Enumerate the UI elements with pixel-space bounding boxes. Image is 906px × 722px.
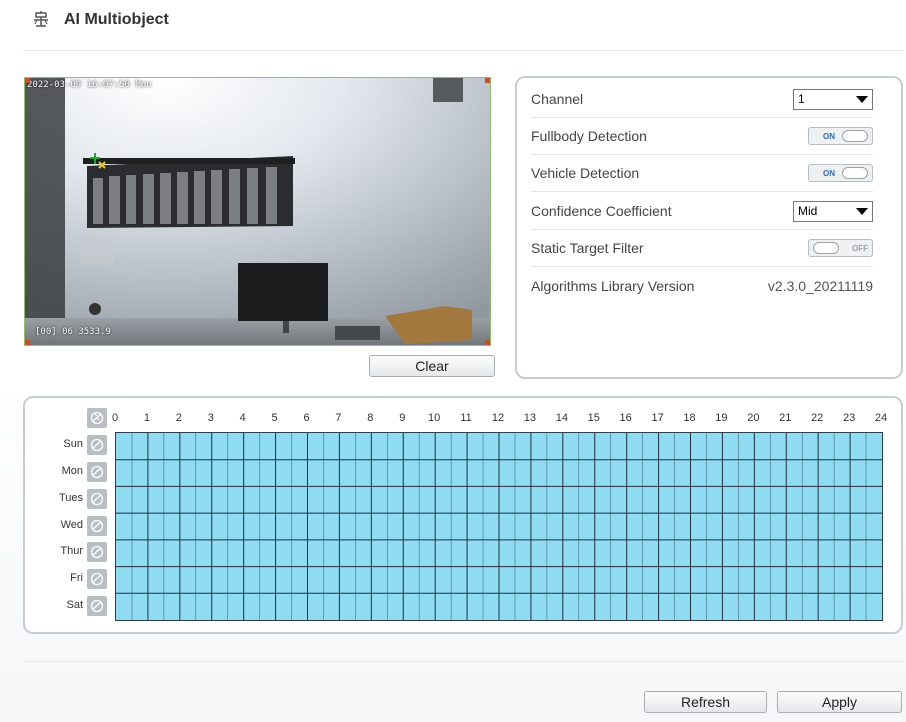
confidence-value: Mid xyxy=(798,204,818,218)
hour-label: 8 xyxy=(367,412,374,424)
apply-button[interactable]: Apply xyxy=(777,691,902,713)
clear-button[interactable]: Clear xyxy=(369,355,495,377)
chevron-down-icon xyxy=(856,207,868,215)
region-handle[interactable] xyxy=(25,340,30,345)
toggle-state: ON xyxy=(823,168,835,178)
vehicle-label: Vehicle Detection xyxy=(531,165,640,181)
hour-label: 16 xyxy=(619,412,632,424)
day-label: Wed xyxy=(60,518,83,531)
fullbody-label: Fullbody Detection xyxy=(531,128,647,144)
day-label: Sun xyxy=(63,438,83,451)
schedule-grid[interactable] xyxy=(115,432,883,621)
video-preview[interactable]: 2022-03-09 16:07:50 Mon [00] 06 3533.9 xyxy=(24,77,491,346)
page-header: AI Multiobject xyxy=(32,8,169,32)
schedule-panel: 0 1 2 3 4 5 6 7 8 9 10 11 12 13 14 15 16 17 18 19 20 21 22 23 24… xyxy=(23,396,903,634)
day-label: Fri xyxy=(70,571,83,584)
day-label: Tues xyxy=(58,491,83,504)
hour-label: 5 xyxy=(271,412,278,424)
hour-label: 13 xyxy=(523,412,537,424)
hour-label: 15 xyxy=(587,412,600,424)
clear-row-icon[interactable] xyxy=(87,435,107,456)
hour-label: 11 xyxy=(460,412,472,424)
hour-label: 0 xyxy=(111,412,119,424)
hour-label: 12 xyxy=(491,412,505,424)
algo-version-label: Algorithms Library Version xyxy=(531,277,695,294)
camera-scene xyxy=(25,78,490,345)
hour-label: 24 xyxy=(874,412,888,424)
settings-panel: Channel 1 Fullbody Detection ON Vehicle … xyxy=(515,76,903,379)
hour-label: 4 xyxy=(239,412,246,424)
page: AI Multiobject 2022-03-09 16:07:50 Mon [… xyxy=(0,0,906,722)
ai-chip-icon xyxy=(34,11,48,27)
static-filter-row: Static Target Filter OFF xyxy=(531,230,873,267)
hour-label: 2 xyxy=(175,412,182,424)
hour-label: 1 xyxy=(143,412,150,424)
channel-value: 1 xyxy=(798,92,805,106)
region-handle[interactable] xyxy=(25,78,30,83)
channel-label: Channel xyxy=(531,91,584,107)
page-title: AI Multiobject xyxy=(64,11,169,28)
confidence-label: Confidence Coefficient xyxy=(531,203,672,219)
fullbody-row: Fullbody Detection ON xyxy=(531,118,873,155)
clear-row-icon[interactable] xyxy=(87,462,107,483)
confidence-row: Confidence Coefficient Mid xyxy=(531,193,873,230)
hour-label: 19 xyxy=(715,412,728,424)
fullbody-toggle[interactable]: ON xyxy=(808,127,873,145)
region-handle[interactable] xyxy=(485,340,490,345)
hour-label: 20 xyxy=(747,412,760,424)
hour-label: 17 xyxy=(651,412,664,424)
clear-row-icon[interactable] xyxy=(87,568,107,589)
schedule-grid-lines xyxy=(116,433,882,620)
static-filter-toggle[interactable]: OFF xyxy=(808,239,873,257)
clear-row-icon[interactable] xyxy=(87,515,107,536)
day-label: Mon xyxy=(61,465,83,478)
hour-label: 9 xyxy=(399,412,406,424)
hour-label: 6 xyxy=(303,412,310,424)
toggle-state: ON xyxy=(823,131,835,141)
video-channel-overlay: [00] 06 3533.9 xyxy=(35,327,111,337)
toggle-state: OFF xyxy=(852,243,868,253)
hour-label: 7 xyxy=(335,412,342,424)
channel-row: Channel 1 xyxy=(531,81,873,118)
hour-label: 22 xyxy=(811,412,824,424)
toggle-knob xyxy=(813,242,839,254)
video-timestamp: 2022-03-09 16:07:50 Mon xyxy=(27,80,152,90)
clear-row-icon[interactable] xyxy=(87,488,107,509)
toggle-knob xyxy=(842,130,868,142)
header-divider xyxy=(23,50,903,51)
vehicle-toggle[interactable]: ON xyxy=(808,164,873,182)
channel-select[interactable]: 1 xyxy=(793,88,873,110)
hour-label: 21 xyxy=(779,412,792,424)
hour-label: 18 xyxy=(683,412,696,424)
day-label: Sat xyxy=(66,598,83,611)
confidence-select[interactable]: Mid xyxy=(793,200,873,222)
day-label: Thur xyxy=(60,545,83,558)
refresh-button[interactable]: Refresh xyxy=(644,691,767,713)
static-filter-label: Static Target Filter xyxy=(531,240,644,256)
clear-row-icon[interactable] xyxy=(87,595,107,616)
algo-version-value: v2.3.0_20211119 xyxy=(767,277,873,294)
vehicle-row: Vehicle Detection ON xyxy=(531,155,873,192)
clear-all-icon[interactable] xyxy=(87,408,107,428)
hour-label: 10 xyxy=(428,412,441,424)
hour-label: 14 xyxy=(555,412,568,424)
algo-version-row: Algorithms Library Version v2.3.0_202111… xyxy=(531,267,873,304)
hour-label: 23 xyxy=(842,412,856,424)
chevron-down-icon xyxy=(856,95,868,103)
toggle-knob xyxy=(842,167,868,179)
region-handle[interactable] xyxy=(485,78,490,83)
footer-divider xyxy=(23,661,903,662)
hour-label: 3 xyxy=(207,412,214,424)
clear-row-icon[interactable] xyxy=(87,542,107,563)
